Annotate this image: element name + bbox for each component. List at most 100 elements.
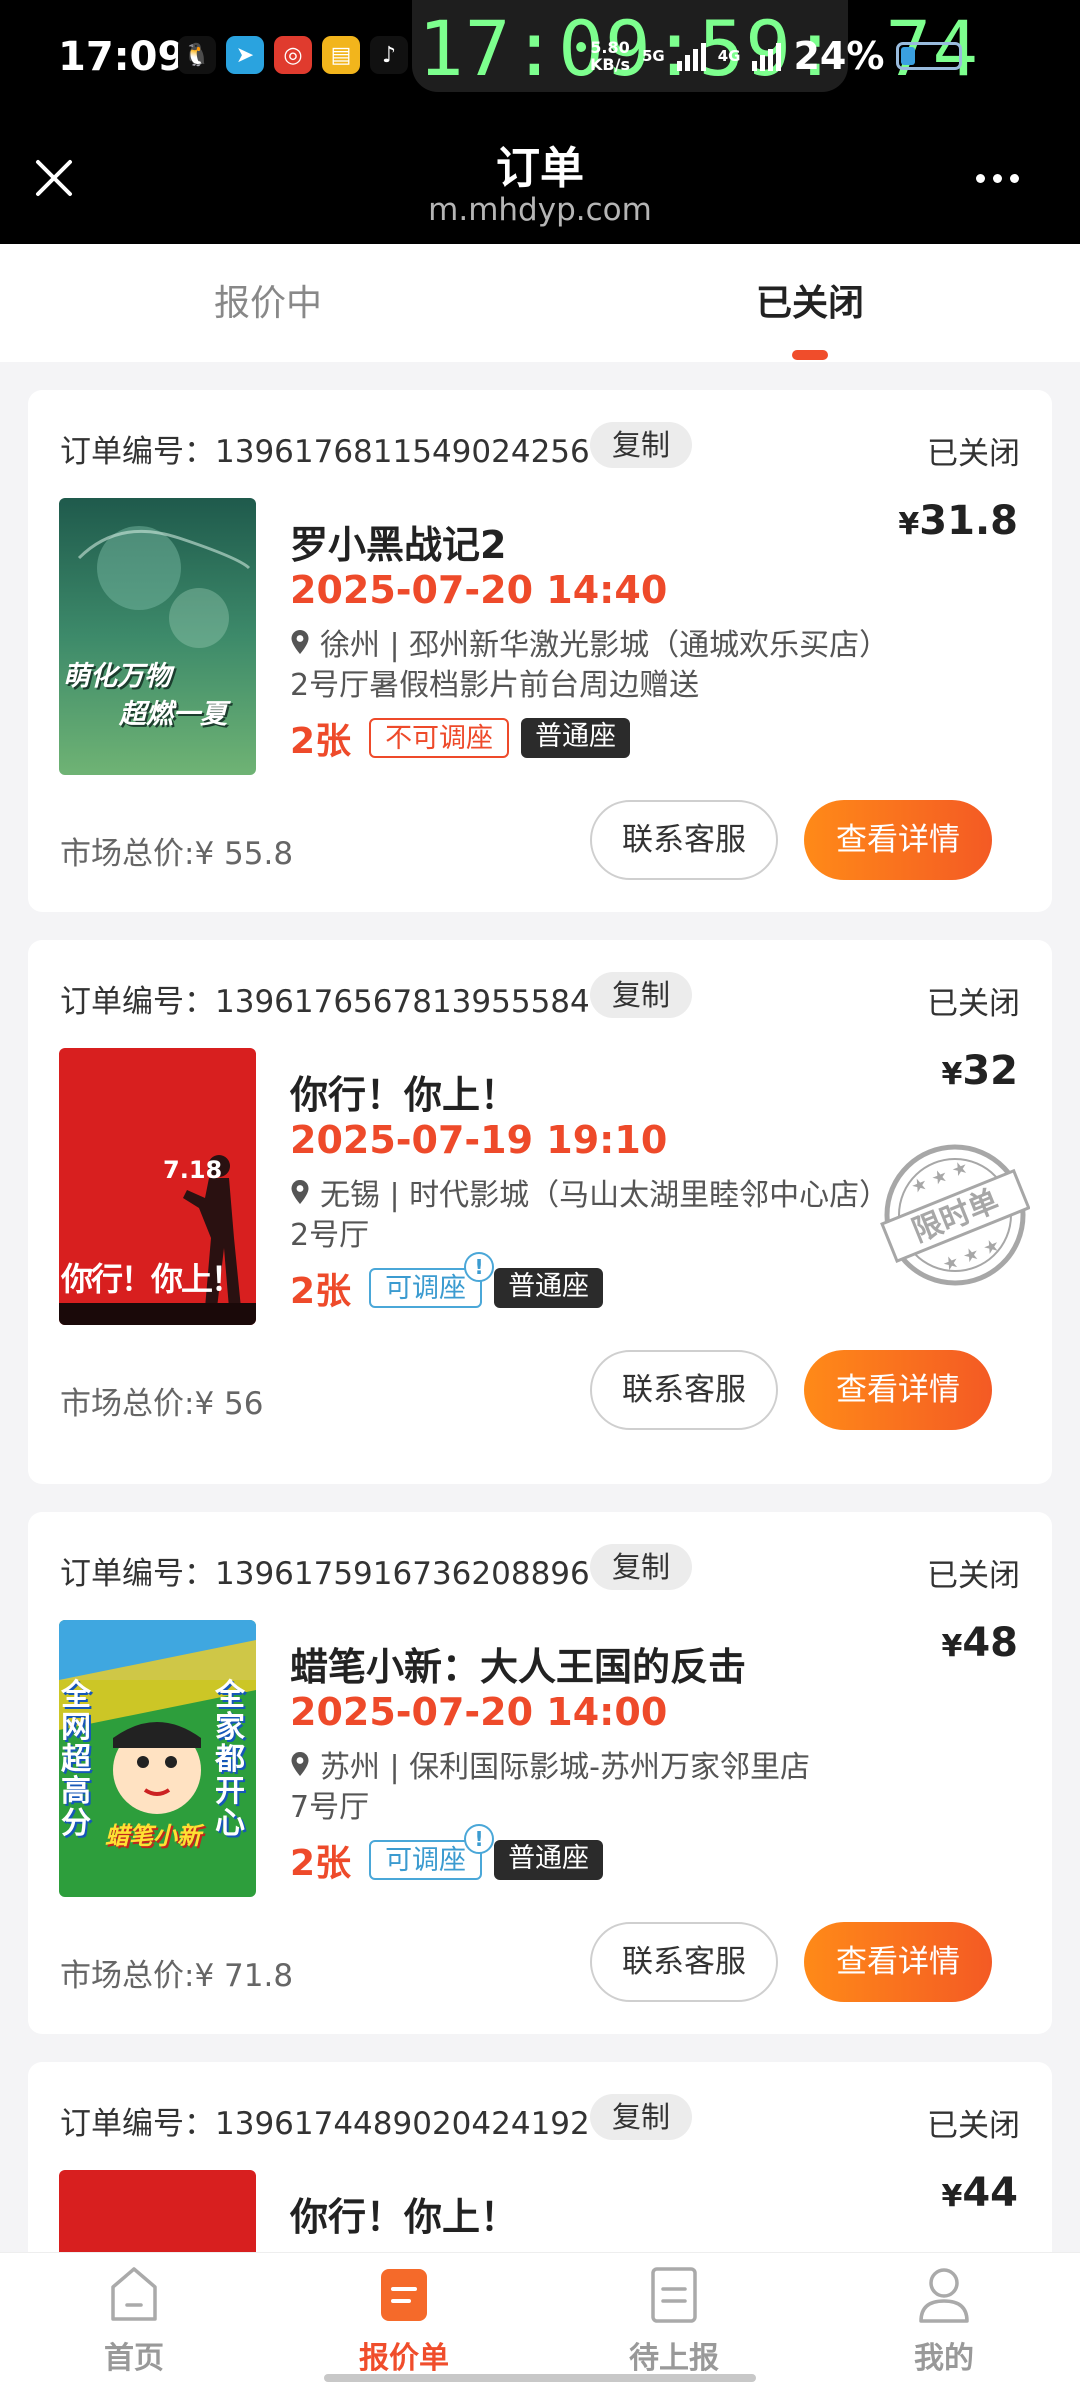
status-bar: 17:09 🐧 ➤ ◎ ▤ ♪ 17:09:59: 74 5.80 KB/s 5…	[0, 0, 1080, 118]
copy-button[interactable]: 复制	[590, 2094, 693, 2140]
order-number-value: 1396176811549024256	[215, 434, 590, 470]
ticket-info-row: 2张 不可调座 普通座	[290, 712, 631, 764]
info-icon[interactable]: !	[464, 1252, 495, 1282]
copy-button[interactable]: 复制	[590, 422, 693, 468]
hall-info: 2号厅暑假档影片前台周边赠送	[290, 668, 700, 703]
price-value: 48	[962, 1620, 1018, 1666]
copy-button[interactable]: 复制	[590, 1544, 693, 1590]
nav-home[interactable]: 首页	[64, 2263, 204, 2377]
order-number-prefix: 订单编号：	[60, 434, 215, 470]
poster-text-left: 全网超高分	[61, 1678, 91, 1841]
movie-title: 蜡笔小新：大人王国的反击	[290, 1645, 747, 1689]
market-total-value: ¥ 56	[194, 1386, 264, 1422]
price-currency: ¥	[898, 507, 920, 542]
title-bar: 订单 m.mhdyp.com	[0, 118, 1080, 244]
poster-text-2: 超燃一夏	[119, 699, 227, 730]
net-speed: 5.80 KB/s	[590, 39, 630, 73]
cinema-location: 徐州 | 邳州新华激光影城（通城欢乐买店）	[290, 620, 889, 664]
order-status: 已关闭	[927, 1558, 1020, 1594]
status-right: 5.80 KB/s 5G 4G 24%	[590, 34, 963, 78]
status-app-icons: 🐧 ➤ ◎ ▤ ♪	[178, 36, 408, 74]
order-number: 订单编号：1396175916736208896	[60, 1548, 590, 1593]
tiktok-icon: ♪	[370, 36, 408, 74]
poster-date: 7.18	[163, 1156, 223, 1184]
battery-percent: 24%	[793, 34, 885, 78]
home-indicator[interactable]	[324, 2374, 756, 2382]
seat-adjust-tag: 可调座!	[369, 1252, 495, 1308]
contact-service-button[interactable]: 联系客服	[590, 800, 778, 880]
page-title: 订单	[496, 143, 584, 194]
hall-info: 2号厅	[290, 1218, 370, 1253]
telegram-icon: ➤	[226, 36, 264, 74]
movie-title: 罗小黑战记2	[290, 523, 507, 567]
battery-icon	[896, 42, 963, 70]
ticket-quantity: 2张	[290, 721, 352, 762]
more-icon[interactable]	[976, 174, 1019, 183]
location-pin-icon	[291, 1752, 309, 1776]
market-total: 市场总价:¥ 55.8	[60, 828, 293, 873]
wallet-icon: ▤	[322, 36, 360, 74]
seat-adjust-label: 可调座	[385, 1845, 467, 1876]
order-number-prefix: 订单编号：	[60, 2106, 215, 2142]
nav-home-label: 首页	[104, 2341, 164, 2376]
net-speed-unit: KB/s	[590, 55, 630, 74]
order-price: ¥31.8	[898, 498, 1018, 544]
order-price: ¥32	[941, 1048, 1018, 1094]
poster-text-logo: 蜡笔小新	[105, 1822, 201, 1850]
battery-fill	[901, 47, 915, 65]
view-detail-button[interactable]: 查看详情	[804, 800, 992, 880]
market-total: 市场总价:¥ 71.8	[60, 1950, 293, 1995]
cinema-name: 苏州 | 保利国际影城-苏州万家邻里店	[320, 1750, 811, 1785]
tab-closed[interactable]: 已关闭	[756, 274, 864, 326]
market-total-label: 市场总价:	[60, 1958, 195, 1994]
app-icon: ◎	[274, 36, 312, 74]
nav-quote-list-label: 报价单	[359, 2341, 449, 2376]
view-detail-button[interactable]: 查看详情	[804, 1922, 992, 2002]
view-detail-button[interactable]: 查看详情	[804, 1350, 992, 1430]
ticket-quantity: 2张	[290, 1271, 352, 1312]
cinema-location: 无锡 | 时代影城（马山太湖里睦邻中心店）	[290, 1170, 889, 1214]
ticket-info-row: 2张 可调座! 普通座	[290, 1252, 604, 1314]
contact-service-button[interactable]: 联系客服	[590, 1350, 778, 1430]
price-value: 31.8	[919, 498, 1018, 544]
movie-poster: 7.18 你行！你上！	[59, 1048, 256, 1325]
showtime: 2025-07-20 14:00	[290, 1690, 668, 1734]
pending-report-icon	[651, 2267, 697, 2323]
order-number: 订单编号：1396176811549024256	[60, 426, 590, 471]
seat-adjust-tag: 可调座!	[369, 1824, 495, 1880]
nav-profile-label: 我的	[914, 2341, 974, 2376]
showtime: 2025-07-20 14:40	[290, 568, 668, 612]
page-url: m.mhdyp.com	[428, 192, 652, 228]
nav-pending-report-label: 待上报	[629, 2341, 719, 2376]
home-icon	[111, 2267, 157, 2321]
qq-icon: 🐧	[178, 36, 216, 74]
net-speed-value: 5.80	[590, 38, 630, 57]
market-total-label: 市场总价:	[60, 836, 195, 872]
seat-type-tag: 普通座	[494, 1268, 604, 1308]
tab-bar: 报价中 已关闭	[0, 244, 1080, 362]
signal-icon	[676, 41, 706, 71]
bottom-nav: 首页 报价单 待上报 我的	[0, 2252, 1080, 2388]
movie-title: 你行！你上！	[290, 1073, 519, 1117]
order-number-prefix: 订单编号：	[60, 1556, 215, 1592]
nav-profile[interactable]: 我的	[874, 2263, 1014, 2377]
order-status: 已关闭	[927, 436, 1020, 472]
movie-title: 你行！你上！	[290, 2195, 519, 2239]
showtime: 2025-07-19 19:10	[290, 1118, 668, 1162]
contact-service-button[interactable]: 联系客服	[590, 1922, 778, 2002]
signal-icon-2	[752, 41, 782, 71]
nav-pending-report[interactable]: 待上报	[604, 2263, 744, 2377]
info-icon[interactable]: !	[464, 1824, 495, 1854]
tab-active-indicator	[792, 350, 828, 360]
copy-button[interactable]: 复制	[590, 972, 693, 1018]
order-price: ¥48	[941, 1620, 1018, 1666]
order-number: 订单编号：1396176567813955584	[60, 976, 590, 1021]
price-currency: ¥	[941, 1057, 963, 1092]
tab-pending[interactable]: 报价中	[214, 274, 322, 326]
order-card: 订单编号：1396176811549024256 复制 已关闭 萌化万物 超燃一…	[28, 390, 1052, 912]
order-number-value: 1396176567813955584	[215, 984, 590, 1020]
market-total-value: ¥ 71.8	[194, 1958, 294, 1994]
ticket-info-row: 2张 可调座! 普通座	[290, 1824, 604, 1886]
poster-text-1: 萌化万物	[63, 661, 171, 692]
nav-quote-list[interactable]: 报价单	[334, 2263, 474, 2377]
